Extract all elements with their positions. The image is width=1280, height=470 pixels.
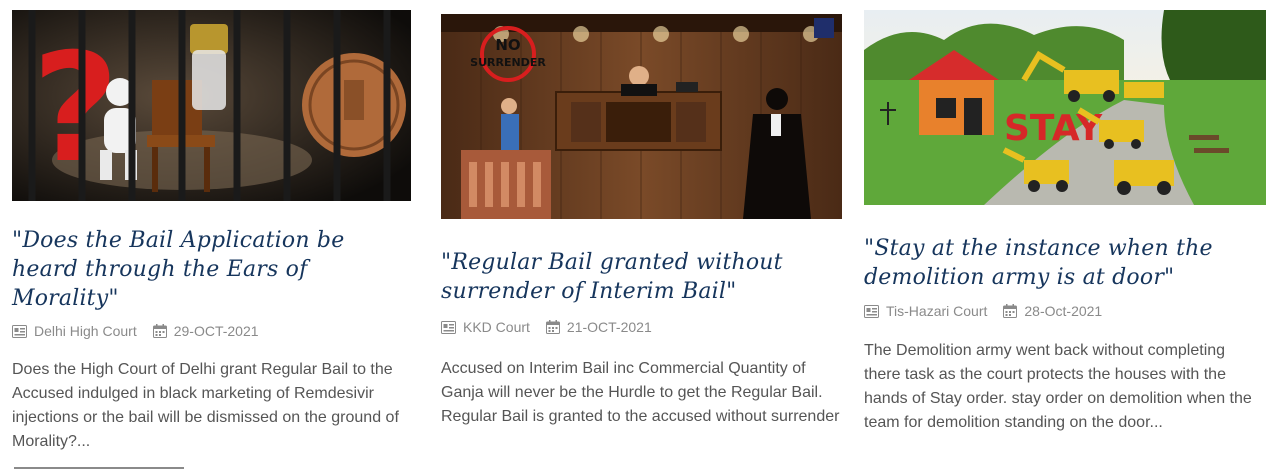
post-excerpt: Accused on Interim Bail inc Commercial Q… <box>441 360 840 425</box>
post-title[interactable]: "Stay at the instance when the demolitio… <box>864 234 1268 292</box>
post-court[interactable]: KKD Court <box>463 319 530 335</box>
gavel-card-icon <box>12 324 27 338</box>
post-meta: KKD Court 21-OCT-2021 <box>441 319 652 335</box>
svg-text:SURRENDER: SURRENDER <box>470 56 546 69</box>
post-date: 28-Oct-2021 <box>1024 303 1103 319</box>
post-title[interactable]: "Does the Bail Application be heard thro… <box>12 226 407 313</box>
post-excerpt: Does the High Court of Delhi grant Regul… <box>12 361 399 450</box>
calendar-icon <box>545 320 560 334</box>
post-meta: Tis-Hazari Court 28-Oct-2021 <box>864 303 1102 319</box>
calendar-icon <box>1003 304 1018 318</box>
post-title[interactable]: "Regular Bail granted without surrender … <box>441 248 841 306</box>
post-date: 29-OCT-2021 <box>173 323 259 339</box>
post-thumbnail[interactable]: NO SURRENDER <box>441 14 842 219</box>
read-more-divider <box>14 467 184 469</box>
post-meta: Delhi High Court 29-OCT-2021 <box>12 323 259 339</box>
gavel-card-icon <box>864 304 879 318</box>
post-court[interactable]: Tis-Hazari Court <box>886 303 987 319</box>
post-thumbnail[interactable]: ? <box>12 10 411 201</box>
no-surrender-badge: NO <box>495 36 520 54</box>
post-thumbnail[interactable]: STAY <box>864 10 1266 205</box>
post-court[interactable]: Delhi High Court <box>34 323 137 339</box>
post-date: 21-OCT-2021 <box>566 319 652 335</box>
calendar-icon <box>152 324 167 338</box>
post-excerpt: The Demolition army went back without co… <box>864 342 1252 431</box>
gavel-card-icon <box>441 320 456 334</box>
